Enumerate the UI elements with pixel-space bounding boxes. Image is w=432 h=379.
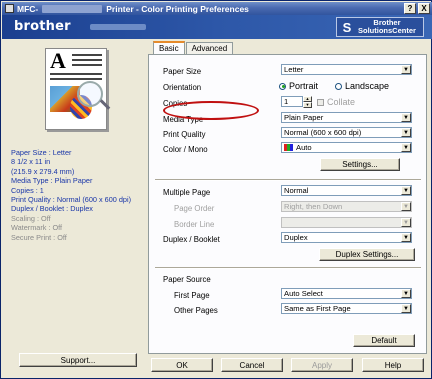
copies-label: Copies xyxy=(163,99,188,108)
basic-tab-panel: Paper Size Letter ▼ Orientation Portrait… xyxy=(148,54,427,354)
multiple-page-select[interactable]: Normal ▼ xyxy=(281,185,412,196)
chevron-down-icon: ▼ xyxy=(401,289,411,298)
checkbox-icon xyxy=(317,98,324,106)
chevron-down-icon: ▼ xyxy=(401,202,411,211)
first-page-label: First Page xyxy=(174,291,210,300)
landscape-radio[interactable]: Landscape xyxy=(335,80,389,92)
summary-line: (215.9 x 279.4 mm) xyxy=(11,166,75,176)
border-line-label: Border Line xyxy=(174,220,215,229)
apply-button[interactable]: Apply xyxy=(291,358,353,372)
redacted-model-label xyxy=(90,24,146,30)
other-pages-label: Other Pages xyxy=(174,306,218,315)
page-order-label: Page Order xyxy=(174,204,215,213)
paper-size-label: Paper Size xyxy=(163,67,202,76)
summary-line: Duplex / Booklet : Duplex xyxy=(11,204,93,214)
title-bar[interactable]: MFC- Printer - Color Printing Preference… xyxy=(2,2,432,15)
collate-checkbox[interactable]: Collate xyxy=(317,96,355,108)
paper-size-select[interactable]: Letter ▼ xyxy=(281,64,412,75)
color-mode-icon xyxy=(284,144,293,151)
solutions-center-icon: S xyxy=(342,19,352,35)
window-title: Printer - Color Printing Preferences xyxy=(106,3,249,14)
chevron-down-icon: ▼ xyxy=(401,65,411,74)
brand-banner: brother S Brother SolutionsCenter xyxy=(2,15,432,39)
redacted-model-name xyxy=(42,4,103,13)
orientation-label: Orientation xyxy=(163,83,202,92)
chevron-down-icon: ▼ xyxy=(401,304,411,313)
settings-button[interactable]: Settings... xyxy=(320,158,400,171)
stepper-down-icon[interactable]: ▼ xyxy=(303,102,312,108)
summary-line: Scaling : Off xyxy=(11,213,51,223)
settings-summary: Paper Size : Letter 8 1/2 x 11 in (215.9 x… xyxy=(11,148,145,242)
copies-stepper[interactable]: ▲ ▼ xyxy=(303,96,312,108)
color-mono-label: Color / Mono xyxy=(163,145,208,154)
summary-line: Watermark : Off xyxy=(11,223,63,233)
chevron-down-icon: ▼ xyxy=(401,233,411,242)
summary-line: Copies : 1 xyxy=(11,185,44,195)
tab-advanced[interactable]: Advanced xyxy=(185,42,234,54)
close-title-button[interactable]: X xyxy=(418,3,430,14)
multiple-page-label: Multiple Page xyxy=(163,188,211,197)
portrait-radio[interactable]: Portrait xyxy=(279,80,318,92)
page-order-select[interactable]: Right, then Down ▼ xyxy=(281,201,412,212)
printer-app-icon xyxy=(5,4,14,13)
chevron-down-icon: ▼ xyxy=(401,218,411,227)
ok-button[interactable]: OK xyxy=(151,358,213,372)
solutions-center-label-2: SolutionsCenter xyxy=(358,26,416,35)
divider xyxy=(155,179,421,181)
first-page-select[interactable]: Auto Select ▼ xyxy=(281,288,412,299)
support-button[interactable]: Support... xyxy=(19,353,137,367)
color-mono-select[interactable]: Auto ▼ xyxy=(281,142,412,153)
other-pages-select[interactable]: Same as First Page ▼ xyxy=(281,303,412,314)
border-line-select[interactable]: ▼ xyxy=(281,217,412,228)
media-type-label: Media Type xyxy=(163,115,204,124)
chevron-down-icon: ▼ xyxy=(401,143,411,152)
duplex-booklet-select[interactable]: Duplex ▼ xyxy=(281,232,412,243)
summary-line: 8 1/2 x 11 in xyxy=(11,157,51,167)
chevron-down-icon: ▼ xyxy=(401,113,411,122)
radio-unselected-icon xyxy=(335,82,342,90)
chevron-down-icon: ▼ xyxy=(401,128,411,137)
brother-logo: brother xyxy=(14,19,71,34)
window-title-prefix: MFC- xyxy=(17,3,39,14)
help-button[interactable]: Help xyxy=(362,358,424,372)
printing-preferences-dialog: MFC- Printer - Color Printing Preference… xyxy=(0,0,432,379)
duplex-settings-button[interactable]: Duplex Settings... xyxy=(319,248,415,261)
duplex-booklet-label: Duplex / Booklet xyxy=(163,235,220,244)
print-quality-select[interactable]: Normal (600 x 600 dpi) ▼ xyxy=(281,127,412,138)
help-title-button[interactable]: ? xyxy=(404,3,416,14)
summary-line: Paper Size : Letter xyxy=(11,148,72,157)
divider xyxy=(155,267,421,269)
summary-line: Secure Print : Off xyxy=(11,232,67,242)
page-preview: A xyxy=(7,41,145,137)
chevron-down-icon: ▼ xyxy=(401,186,411,195)
summary-line: Media Type : Plain Paper xyxy=(11,176,93,186)
preview-letter-glyph: A xyxy=(50,48,66,73)
copies-input[interactable]: 1 xyxy=(281,96,303,107)
summary-line: Print Quality : Normal (600 x 600 dpi) xyxy=(11,195,132,205)
print-quality-label: Print Quality xyxy=(163,130,206,139)
cancel-button[interactable]: Cancel xyxy=(221,358,283,372)
magnifier-icon xyxy=(77,81,103,107)
preview-panel: A Paper Size : Letter 8 1/2 x 11 in (215.9… xyxy=(7,41,145,374)
solutions-center-button[interactable]: S Brother SolutionsCenter xyxy=(336,17,424,37)
radio-selected-icon xyxy=(279,82,286,90)
tab-basic[interactable]: Basic xyxy=(153,41,185,54)
default-button[interactable]: Default xyxy=(353,334,415,347)
media-type-select[interactable]: Plain Paper ▼ xyxy=(281,112,412,123)
paper-source-label: Paper Source xyxy=(163,275,211,284)
